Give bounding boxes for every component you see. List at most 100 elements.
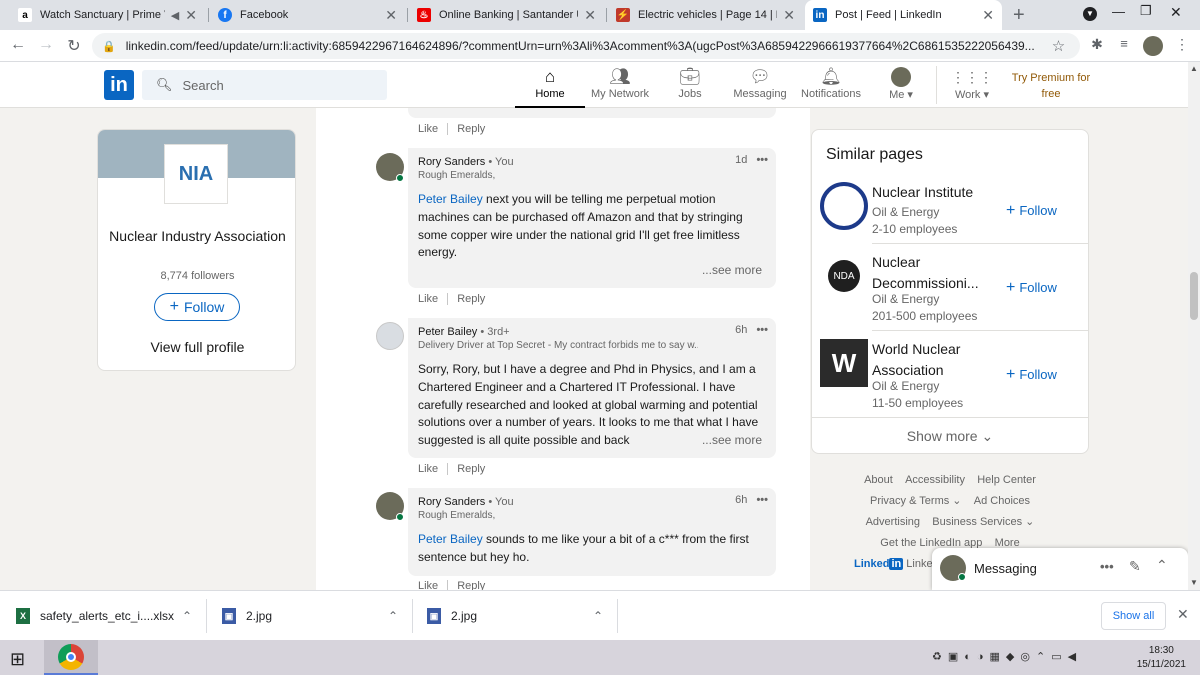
close-icon[interactable]: ✕ xyxy=(185,7,197,24)
nav-jobs[interactable]: 💼︎ Jobs xyxy=(655,66,725,100)
tab-search-icon[interactable]: ▼ xyxy=(1083,7,1097,21)
commenter-name[interactable]: Rory Sanders xyxy=(418,496,485,508)
download-item[interactable]: X safety_alerts_etc_i....xlsx ⌃ xyxy=(16,591,196,641)
tab-linkedin[interactable]: in Post | Feed | LinkedIn ✕ xyxy=(805,0,1002,30)
reply-button[interactable]: Reply xyxy=(457,463,485,475)
chrome-taskbar-button[interactable] xyxy=(44,640,98,675)
window-close-button[interactable]: ✕ xyxy=(1170,4,1182,21)
nav-home[interactable]: ⌂ Home xyxy=(515,66,585,108)
forward-icon[interactable]: → xyxy=(36,36,56,54)
scroll-thumb[interactable] xyxy=(1190,272,1198,320)
scroll-up-icon[interactable]: ▲ xyxy=(1190,64,1198,73)
nav-messaging[interactable]: 💬︎ Messaging xyxy=(725,66,795,100)
reply-button[interactable]: Reply xyxy=(457,293,485,305)
close-icon[interactable]: ✕ xyxy=(783,7,795,24)
reply-button[interactable]: Reply xyxy=(457,580,485,590)
close-icon[interactable]: ✕ xyxy=(584,7,596,24)
commenter-avatar[interactable] xyxy=(376,322,404,350)
commenter-name[interactable]: Peter Bailey xyxy=(418,326,477,338)
more-options-icon[interactable]: ••• xyxy=(756,324,768,336)
company-logo[interactable]: W xyxy=(820,339,868,387)
more-options-icon[interactable]: ••• xyxy=(756,494,768,506)
network-icon: 👥︎ xyxy=(609,67,631,86)
speaker-icon[interactable]: ◀ xyxy=(171,9,179,22)
company-logo[interactable]: NIA xyxy=(164,144,228,204)
reading-list-icon[interactable]: ≡ xyxy=(1114,36,1134,51)
page-name[interactable]: World Nuclear Association xyxy=(872,339,992,381)
show-more-button[interactable]: Show more ⌄ xyxy=(812,428,1088,445)
reload-icon[interactable]: ↻ xyxy=(64,36,84,56)
linkedin-logo[interactable]: in xyxy=(104,70,134,100)
company-logo[interactable]: NDA xyxy=(828,260,860,292)
more-options-icon[interactable]: ••• xyxy=(1100,559,1114,574)
about-link[interactable]: About xyxy=(864,474,893,486)
help-center-link[interactable]: Help Center xyxy=(977,474,1036,486)
like-button[interactable]: Like xyxy=(418,123,438,135)
system-clock[interactable]: 18:30 15/11/2021 xyxy=(1137,644,1186,672)
santander-icon: ♨ xyxy=(417,8,431,22)
see-more-link[interactable]: ...see more xyxy=(697,433,762,447)
accessibility-link[interactable]: Accessibility xyxy=(905,474,965,486)
extensions-icon[interactable]: ✱ xyxy=(1087,36,1107,53)
more-options-icon[interactable]: ••• xyxy=(756,154,768,166)
url-bar[interactable]: 🔒 linkedin.com/feed/update/urn:li:activi… xyxy=(92,33,1080,59)
company-name[interactable]: Nuclear Industry Association xyxy=(108,226,287,247)
chevron-up-icon[interactable]: ⌃ xyxy=(1156,557,1168,574)
image-file-icon: ▣ xyxy=(427,608,441,624)
search-input[interactable]: 🔍︎ Search xyxy=(142,70,387,100)
minimize-button[interactable]: — xyxy=(1112,4,1125,19)
follow-button[interactable]: + Follow xyxy=(1006,202,1057,220)
windows-start-icon[interactable]: ⊞ xyxy=(10,649,25,670)
mention-link[interactable]: Peter Bailey xyxy=(418,192,483,206)
advertising-link[interactable]: Advertising xyxy=(866,516,920,528)
profile-avatar[interactable] xyxy=(1143,36,1163,56)
download-item[interactable]: ▣ 2.jpg ⌃ xyxy=(222,591,402,641)
download-item[interactable]: ▣ 2.jpg ⌃ xyxy=(427,591,607,641)
back-icon[interactable]: ← xyxy=(8,36,28,54)
tab-electric-vehicles[interactable]: ⚡ Electric vehicles | Page 14 | Pla ✕ xyxy=(608,0,803,30)
tab-facebook[interactable]: f Facebook ✕ xyxy=(210,0,405,30)
like-button[interactable]: Like xyxy=(418,463,438,475)
compose-icon[interactable]: ✎ xyxy=(1129,558,1141,575)
nav-my-network[interactable]: 👥︎ My Network xyxy=(585,66,655,100)
see-more-link[interactable]: ...see more xyxy=(697,263,762,277)
close-icon[interactable]: ✕ xyxy=(982,7,994,24)
menu-dots-icon[interactable]: ⋮ xyxy=(1172,36,1192,53)
new-tab-button[interactable]: + xyxy=(1013,4,1025,27)
like-button[interactable]: Like xyxy=(418,293,438,305)
page-name[interactable]: Nuclear Decommissioni... xyxy=(872,252,992,294)
commenter-name[interactable]: Rory Sanders xyxy=(418,156,485,168)
scroll-down-icon[interactable]: ▼ xyxy=(1190,578,1198,587)
follow-button[interactable]: + Follow xyxy=(1006,279,1057,297)
browser-tab-strip: a Watch Sanctuary | Prime V ◀ ✕ f Facebo… xyxy=(0,0,1200,30)
system-tray-icons[interactable]: ♻▣◐◑▦◆◎⌃▭◀ xyxy=(932,650,1082,663)
nav-notifications[interactable]: 🔔︎ Notifications xyxy=(796,66,866,100)
bookmark-star-icon[interactable]: ☆ xyxy=(1052,37,1065,55)
close-icon[interactable]: ✕ xyxy=(1177,606,1189,623)
nav-me[interactable]: Me ▾ xyxy=(866,66,936,101)
privacy-terms-link[interactable]: Privacy & Terms xyxy=(870,495,949,507)
follow-button[interactable]: + Follow xyxy=(154,293,240,321)
tab-amazon[interactable]: a Watch Sanctuary | Prime V ◀ ✕ xyxy=(10,0,205,30)
page-name[interactable]: Nuclear Institute xyxy=(872,182,992,203)
messaging-overlay[interactable]: Messaging ••• ✎ ⌃ xyxy=(932,548,1188,590)
tab-santander[interactable]: ♨ Online Banking | Santander UK ✕ xyxy=(409,0,604,30)
maximize-button[interactable]: ❐ xyxy=(1140,3,1152,19)
chevron-up-icon[interactable]: ⌃ xyxy=(593,609,603,623)
close-icon[interactable]: ✕ xyxy=(385,7,397,24)
reply-button[interactable]: Reply xyxy=(457,123,485,135)
like-button[interactable]: Like xyxy=(418,580,438,590)
view-full-profile-link[interactable]: View full profile xyxy=(98,339,295,355)
page-scrollbar[interactable]: ▲ ▼ xyxy=(1188,62,1200,590)
premium-link[interactable]: Try Premium for free xyxy=(1004,70,1098,102)
chevron-up-icon[interactable]: ⌃ xyxy=(182,609,192,623)
business-services-link[interactable]: Business Services xyxy=(932,516,1022,528)
ad-choices-link[interactable]: Ad Choices xyxy=(974,495,1030,507)
download-filename: 2.jpg xyxy=(246,609,273,623)
chevron-up-icon[interactable]: ⌃ xyxy=(388,609,398,623)
follow-button[interactable]: + Follow xyxy=(1006,366,1057,384)
nav-work[interactable]: ⋮⋮⋮ Work ▾ xyxy=(937,66,1007,102)
company-logo[interactable] xyxy=(820,182,868,230)
show-all-button[interactable]: Show all xyxy=(1101,602,1166,630)
mention-link[interactable]: Peter Bailey xyxy=(418,532,483,546)
